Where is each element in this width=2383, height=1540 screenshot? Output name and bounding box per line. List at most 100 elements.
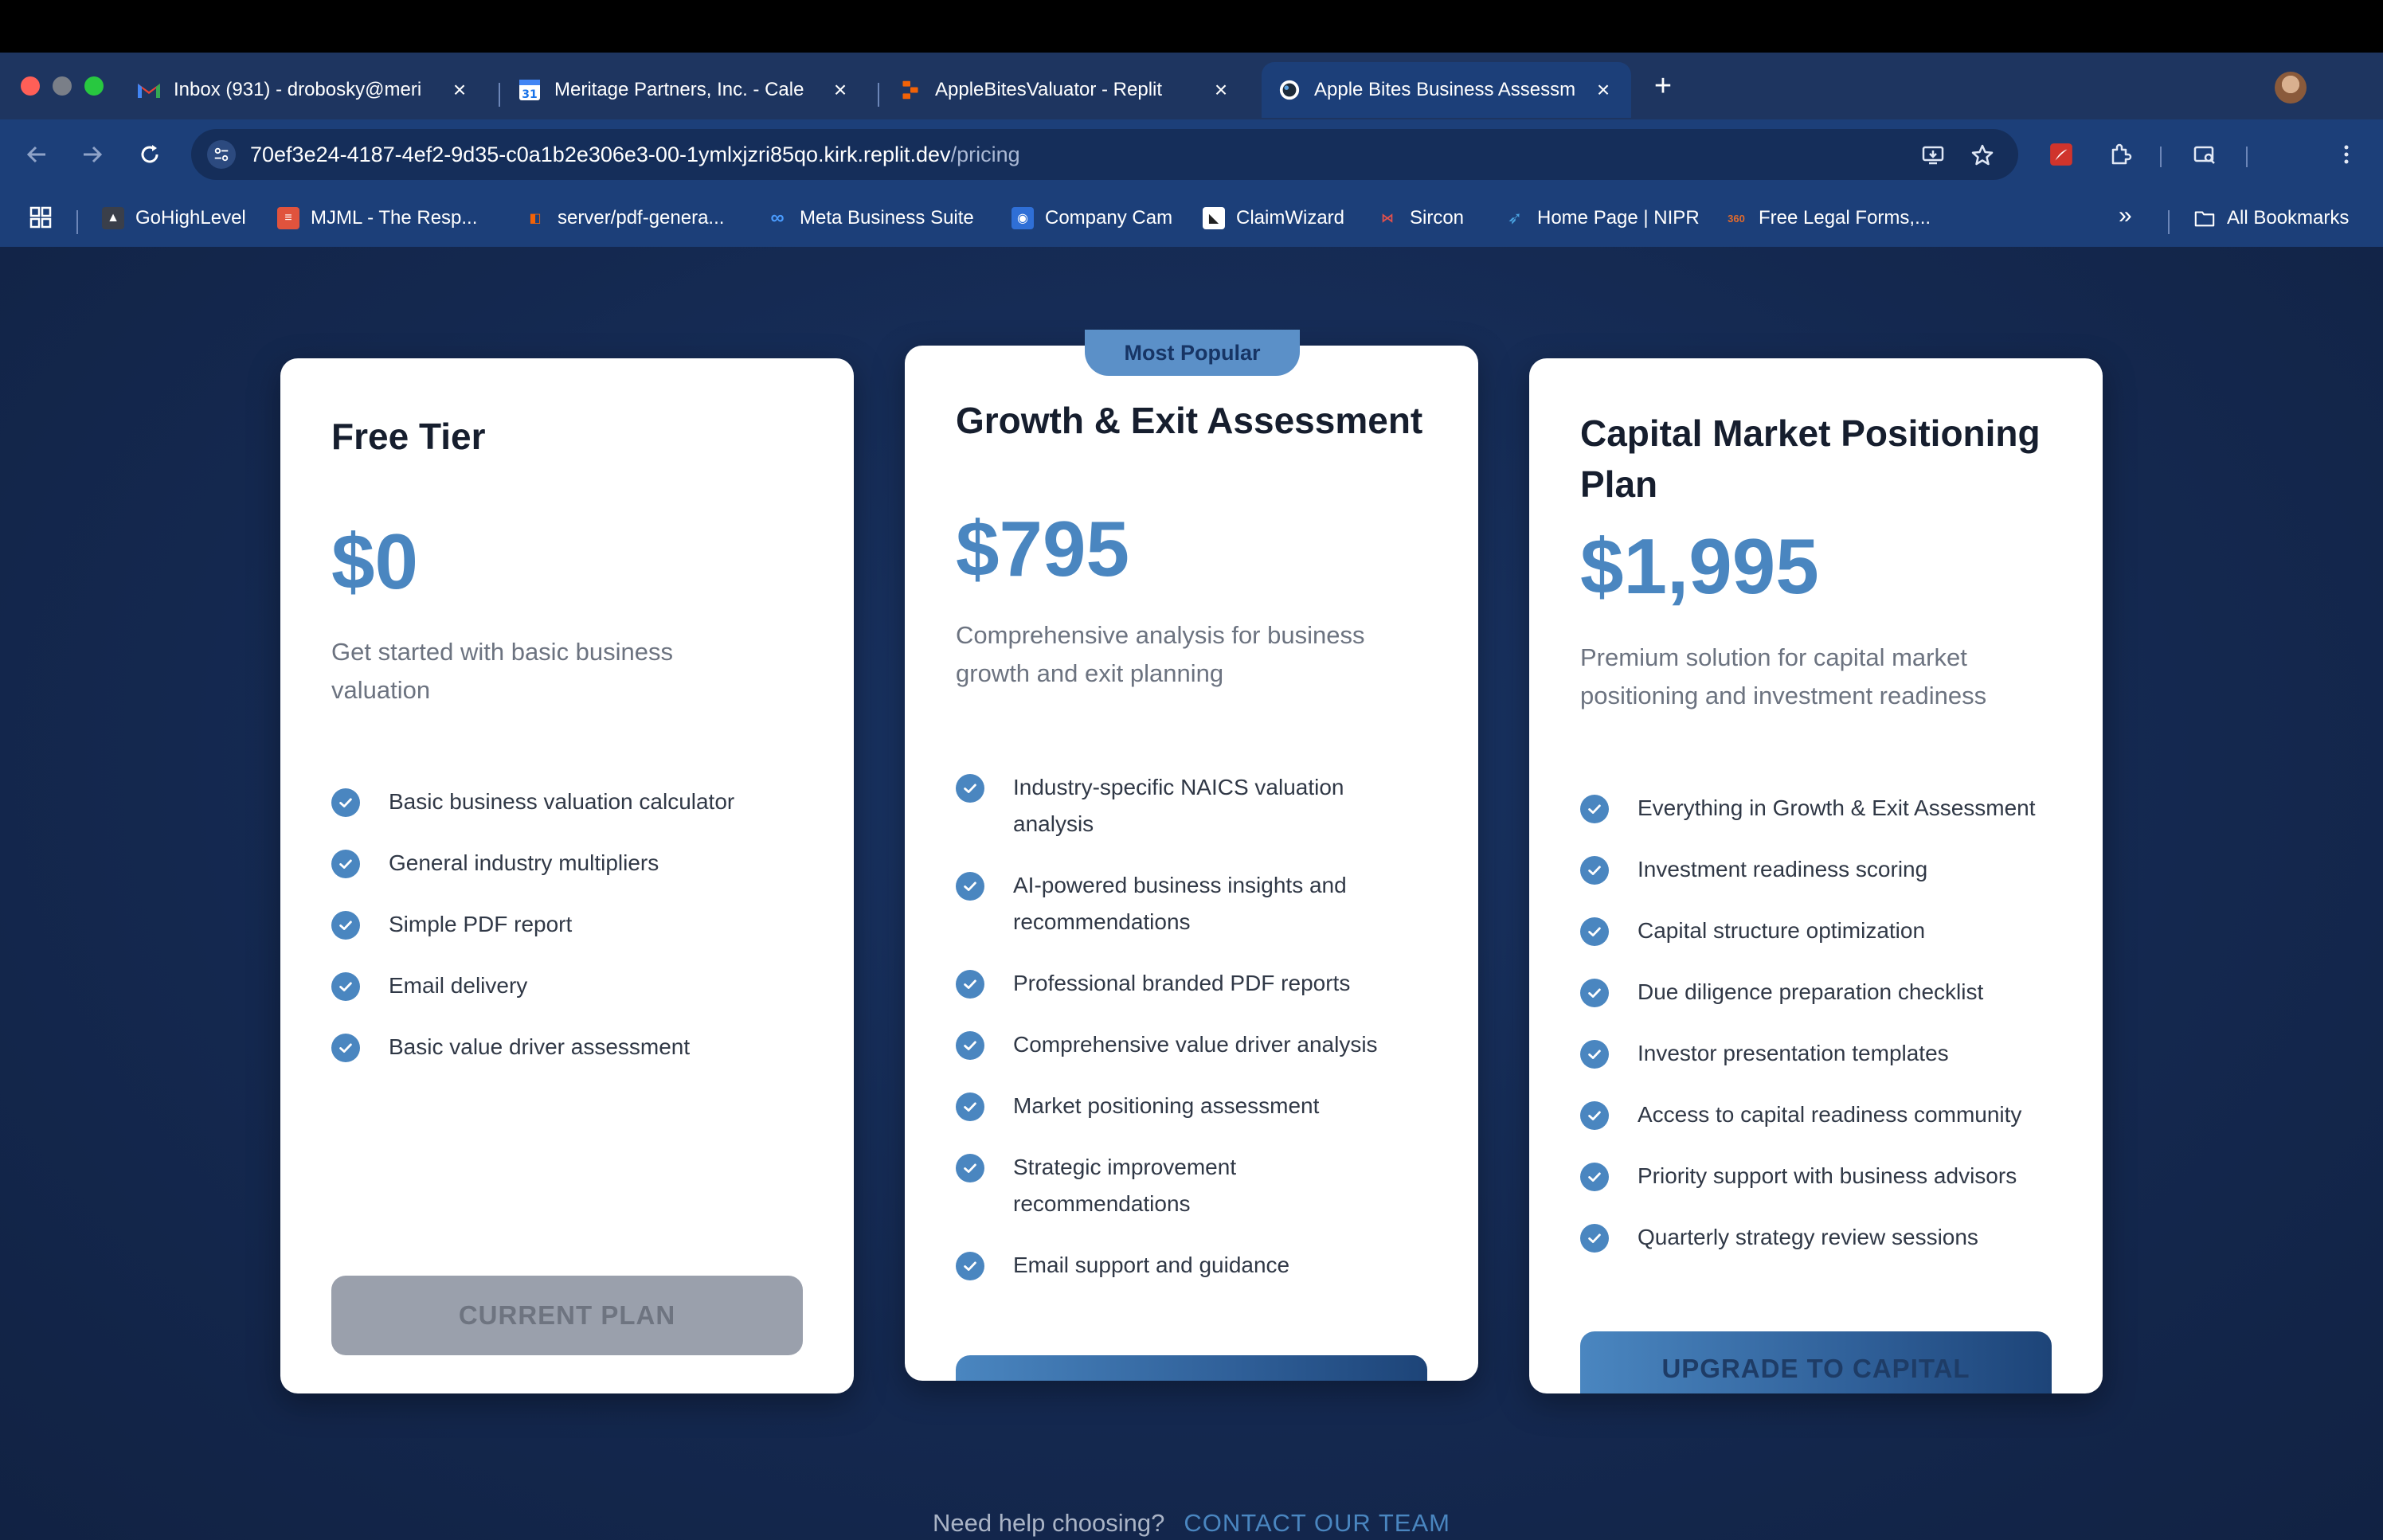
more-menu-icon[interactable] bbox=[2329, 137, 2364, 172]
tab-apple-bites[interactable]: Apple Bites Business Assessm × bbox=[1262, 62, 1631, 118]
feature-text: Investment readiness scoring bbox=[1638, 857, 1928, 881]
check-circle-icon bbox=[331, 911, 360, 940]
address-bar[interactable]: 70ef3e24-4187-4ef2-9d35-c0a1b2e306e3-00-… bbox=[191, 129, 2018, 180]
calendar-icon: 31 bbox=[518, 78, 542, 102]
browser-chrome: Inbox (931) - drobosky@meri × 31 Meritag… bbox=[0, 53, 2383, 247]
close-icon[interactable]: × bbox=[448, 77, 472, 102]
tab-strip: Inbox (931) - drobosky@meri × 31 Meritag… bbox=[0, 53, 2383, 119]
plan-description: Premium solution for capital market posi… bbox=[1580, 643, 1987, 709]
profile-avatar[interactable] bbox=[2275, 72, 2307, 104]
all-bookmarks-button[interactable]: All Bookmarks bbox=[2193, 207, 2349, 229]
bookmark-gohighlevel[interactable]: ▲ GoHighLevel bbox=[102, 207, 246, 229]
tab-divider bbox=[878, 83, 879, 107]
upgrade-to-capital-button[interactable]: UPGRADE TO CAPITAL bbox=[1580, 1331, 2052, 1393]
bookmarks-overflow-button[interactable]: » bbox=[2119, 202, 2132, 229]
check-circle-icon bbox=[956, 1154, 984, 1182]
check-circle-icon bbox=[956, 970, 984, 999]
pricing-page: Free Tier $0 Get started with basic busi… bbox=[0, 247, 2383, 1540]
tab-replit[interactable]: AppleBitesValuator - Replit × bbox=[882, 62, 1249, 118]
site-settings-icon[interactable] bbox=[207, 140, 236, 169]
meta-icon: ∞ bbox=[770, 207, 785, 229]
close-icon[interactable]: × bbox=[1209, 77, 1233, 102]
mjml-icon: ≡ bbox=[277, 207, 299, 229]
plan-price: $795 bbox=[956, 505, 1130, 592]
feature-item: Access to capital readiness community bbox=[1580, 1096, 2074, 1133]
contact-team-link[interactable]: CONTACT OUR TEAM bbox=[1184, 1509, 1450, 1538]
bookmarks-divider bbox=[2168, 210, 2170, 234]
pricing-card-growth: Growth & Exit Assessment $795 Comprehens… bbox=[905, 346, 1478, 1381]
bookmark-star-icon[interactable] bbox=[1969, 142, 1996, 169]
feature-item: Basic value driver assessment bbox=[331, 1029, 809, 1065]
feature-item: Basic business valuation calculator bbox=[331, 784, 809, 820]
check-circle-icon bbox=[331, 1034, 360, 1062]
check-circle-icon bbox=[956, 1252, 984, 1280]
feature-list: Industry-specific NAICS valuation analys… bbox=[956, 769, 1402, 1308]
browser-toolbar: 70ef3e24-4187-4ef2-9d35-c0a1b2e306e3-00-… bbox=[0, 119, 2383, 191]
bookmark-label: Sircon bbox=[1410, 207, 1465, 229]
feature-text: Everything in Growth & Exit Assessment bbox=[1638, 795, 2036, 820]
check-circle-icon bbox=[956, 1031, 984, 1060]
url-path: /pricing bbox=[950, 143, 1020, 166]
feature-item: Due diligence preparation checklist bbox=[1580, 974, 2074, 1010]
forward-arrow-icon[interactable] bbox=[75, 137, 110, 172]
feature-item: Quarterly strategy review sessions bbox=[1580, 1219, 2074, 1256]
tab-title: AppleBitesValuator - Replit bbox=[935, 79, 1163, 100]
feature-item: Simple PDF report bbox=[331, 906, 809, 943]
check-circle-icon bbox=[331, 972, 360, 1001]
current-plan-button[interactable]: CURRENT PLAN bbox=[331, 1276, 803, 1355]
check-circle-icon bbox=[1580, 856, 1609, 885]
minimize-window-button[interactable] bbox=[53, 76, 72, 96]
back-arrow-icon[interactable] bbox=[19, 137, 54, 172]
replit-icon bbox=[898, 78, 922, 102]
feature-item: Email delivery bbox=[331, 967, 809, 1004]
pdf-extension-icon[interactable] bbox=[2044, 137, 2079, 172]
claimwizard-icon: ◣ bbox=[1203, 207, 1225, 229]
bookmark-claimwizard[interactable]: ◣ ClaimWizard bbox=[1203, 207, 1344, 229]
url-host: 70ef3e24-4187-4ef2-9d35-c0a1b2e306e3-00-… bbox=[250, 143, 951, 166]
bookmark-label: GoHighLevel bbox=[135, 207, 246, 229]
bookmark-mjml[interactable]: ≡ MJML - The Resp... bbox=[277, 207, 477, 229]
bookmark-meta-business-suite[interactable]: ∞ Meta Business Suite bbox=[766, 207, 973, 229]
close-icon[interactable]: × bbox=[1591, 77, 1615, 102]
plan-description: Get started with basic business valuatio… bbox=[331, 638, 674, 704]
new-tab-button[interactable]: + bbox=[1649, 69, 1677, 103]
bookmark-label: Home Page | NIPR bbox=[1537, 207, 1700, 229]
feature-item: Industry-specific NAICS valuation analys… bbox=[956, 769, 1402, 842]
feature-text: AI-powered business insights and recomme… bbox=[1013, 873, 1347, 934]
reload-icon[interactable] bbox=[132, 137, 167, 172]
feature-item: Investor presentation templates bbox=[1580, 1035, 2074, 1072]
plan-price: $1,995 bbox=[1580, 522, 1819, 610]
extensions-puzzle-icon[interactable] bbox=[2103, 137, 2138, 172]
apps-grid-icon[interactable] bbox=[29, 205, 53, 229]
feature-item: Investment readiness scoring bbox=[1580, 851, 2074, 888]
close-window-button[interactable] bbox=[21, 76, 40, 96]
feature-text: Email support and guidance bbox=[1013, 1253, 1290, 1277]
bookmark-nipr[interactable]: ➶ Home Page | NIPR bbox=[1504, 207, 1700, 229]
camera-icon: ◉ bbox=[1012, 207, 1034, 229]
feature-text: General industry multipliers bbox=[389, 850, 659, 875]
bookmark-sircon[interactable]: ⋈ Sircon bbox=[1376, 207, 1464, 229]
bookmark-server-pdf[interactable]: ◧ server/pdf-genera... bbox=[524, 207, 724, 229]
check-circle-icon bbox=[331, 850, 360, 878]
feature-text: Priority support with business advisors bbox=[1638, 1163, 2017, 1188]
install-app-icon[interactable] bbox=[1919, 142, 1947, 169]
bookmark-company-cam[interactable]: ◉ Company Cam bbox=[1012, 207, 1172, 229]
toolbar-divider bbox=[2246, 147, 2248, 167]
maximize-window-button[interactable] bbox=[84, 76, 104, 96]
tab-calendar[interactable]: 31 Meritage Partners, Inc. - Cale × bbox=[502, 62, 868, 118]
bookmark-free-legal-forms[interactable]: 360 Free Legal Forms,... bbox=[1725, 207, 1931, 229]
sircon-icon: ⋈ bbox=[1381, 212, 1394, 225]
search-tabs-icon[interactable] bbox=[2187, 137, 2222, 172]
check-circle-icon bbox=[1580, 795, 1609, 823]
replit-icon: ◧ bbox=[529, 212, 542, 225]
tab-gmail[interactable]: Inbox (931) - drobosky@meri × bbox=[121, 62, 487, 118]
nipr-icon: ➶ bbox=[1507, 208, 1523, 228]
feature-text: Market positioning assessment bbox=[1013, 1093, 1320, 1118]
feature-item: Comprehensive value driver analysis bbox=[956, 1026, 1402, 1063]
feature-text: Simple PDF report bbox=[389, 912, 573, 936]
close-icon[interactable]: × bbox=[828, 77, 852, 102]
upgrade-growth-button[interactable] bbox=[956, 1355, 1427, 1381]
pricing-card-capital: Capital Market Positioning Plan $1,995 P… bbox=[1529, 358, 2103, 1393]
tab-divider bbox=[499, 83, 500, 107]
url-text: 70ef3e24-4187-4ef2-9d35-c0a1b2e306e3-00-… bbox=[250, 143, 1020, 167]
